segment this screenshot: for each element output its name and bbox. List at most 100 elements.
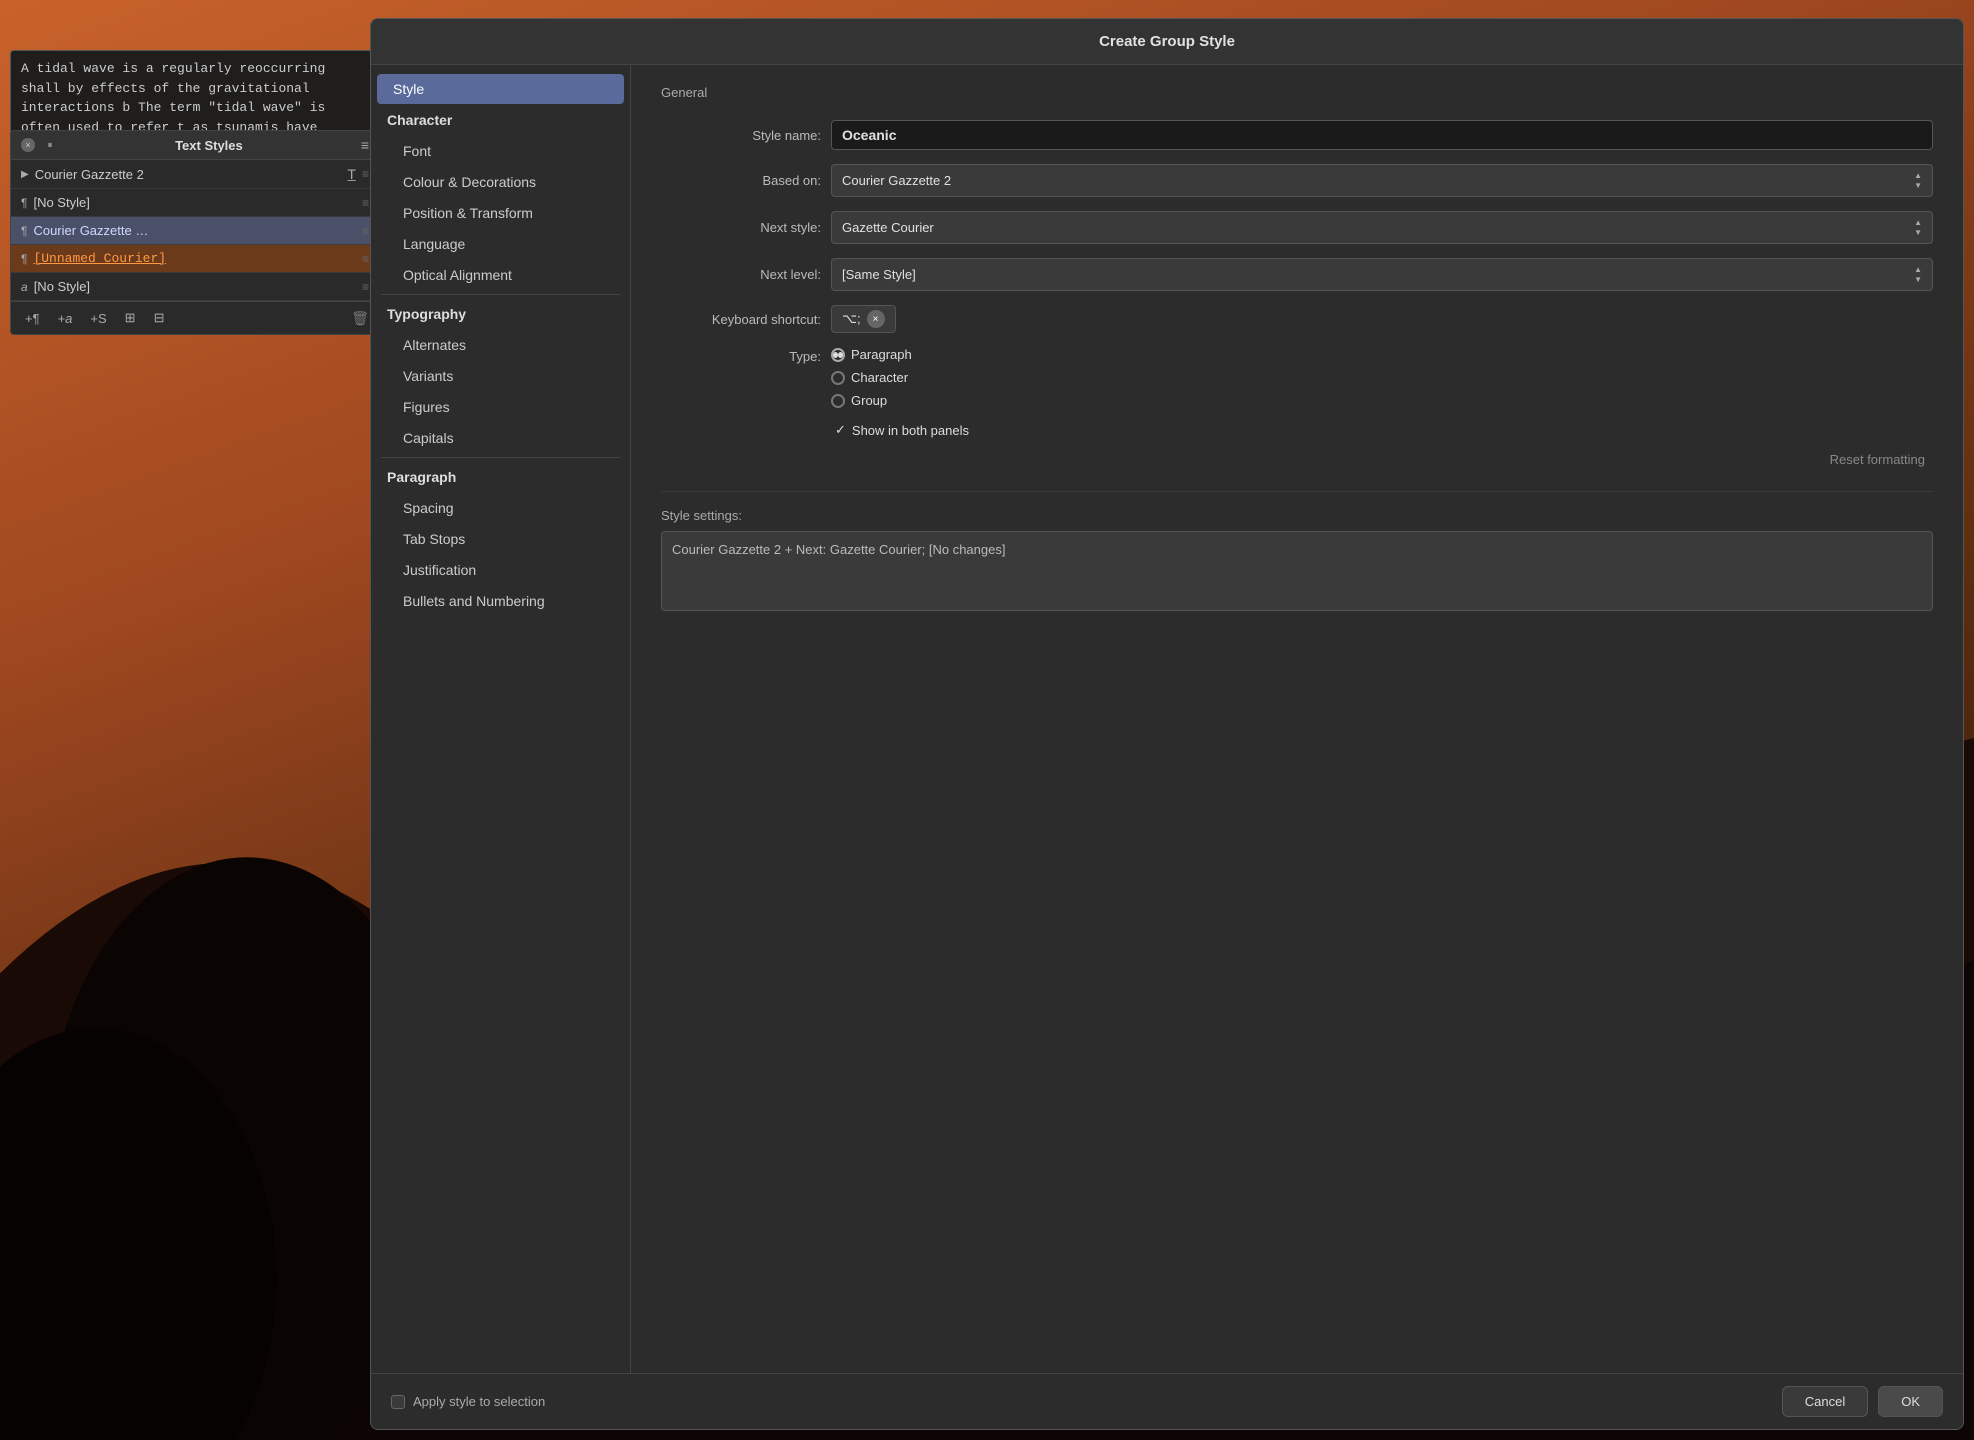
- ts-handle-icon[interactable]: ≡: [362, 252, 369, 266]
- type-label: Type:: [661, 347, 821, 364]
- nav-section-label: Character: [387, 112, 452, 128]
- nav-item-optical[interactable]: Optical Alignment: [377, 260, 624, 290]
- ts-close-button[interactable]: ×: [21, 138, 35, 152]
- ts-add-style-btn[interactable]: +S: [86, 309, 110, 328]
- radio-group[interactable]: Group: [831, 393, 912, 408]
- dialog-footer: Apply style to selection Cancel OK: [371, 1373, 1963, 1429]
- apply-checkbox-container[interactable]: Apply style to selection: [391, 1394, 545, 1409]
- ok-button[interactable]: OK: [1878, 1386, 1943, 1417]
- ts-outdent-btn[interactable]: ⊟: [150, 308, 169, 328]
- keyboard-shortcut-label: Keyboard shortcut:: [661, 312, 821, 327]
- nav-item-label: Font: [403, 143, 431, 159]
- ts-menu-button[interactable]: ≡: [361, 137, 369, 153]
- style-name-input[interactable]: [831, 120, 1933, 150]
- next-style-arrow: ▲▼: [1914, 218, 1922, 237]
- radio-character[interactable]: Character: [831, 370, 912, 385]
- nav-item-variants[interactable]: Variants: [377, 361, 624, 391]
- ts-handle-icon[interactable]: ≡: [362, 196, 369, 210]
- ts-expand-icon: ▶: [21, 169, 29, 180]
- radio-paragraph-label: Paragraph: [851, 347, 912, 362]
- next-level-arrow: ▲▼: [1914, 265, 1922, 284]
- nav-item-colour[interactable]: Colour & Decorations: [377, 167, 624, 197]
- shortcut-badge: ⌥; ×: [831, 305, 896, 333]
- ts-row-nostyle-para[interactable]: ¶ [No Style] ≡: [11, 189, 379, 217]
- ts-row-courier-group[interactable]: ▶ Courier Gazzette 2 T̲ ≡: [11, 160, 379, 189]
- nav-section-character: Character: [377, 105, 624, 135]
- nav-item-spacing[interactable]: Spacing: [377, 493, 624, 523]
- shortcut-clear-button[interactable]: ×: [867, 310, 885, 328]
- ts-add-char-btn[interactable]: +a: [54, 309, 77, 328]
- based-on-label: Based on:: [661, 173, 821, 188]
- nav-item-position[interactable]: Position & Transform: [377, 198, 624, 228]
- radio-group-label: Group: [851, 393, 887, 408]
- nav-item-alternates[interactable]: Alternates: [377, 330, 624, 360]
- ts-row-label: [Unnamed Courier]: [33, 251, 356, 266]
- nav-item-label: Optical Alignment: [403, 267, 512, 283]
- next-level-value: [Same Style]: [842, 267, 916, 282]
- nav-item-justification[interactable]: Justification: [377, 555, 624, 585]
- footer-buttons: Cancel OK: [1782, 1386, 1943, 1417]
- general-section-label: General: [661, 85, 1933, 100]
- ts-handle-icon[interactable]: ≡: [362, 167, 369, 181]
- based-on-select[interactable]: Courier Gazzette 2 ▲▼: [831, 164, 1933, 197]
- ts-delete-btn[interactable]: 🗑: [351, 310, 369, 327]
- ts-row-label: [No Style]: [33, 195, 356, 210]
- apply-checkbox[interactable]: [391, 1395, 405, 1409]
- nav-item-label: Figures: [403, 399, 450, 415]
- type-options-container: Paragraph Character Group: [831, 347, 912, 408]
- ts-handle-icon[interactable]: ≡: [362, 280, 369, 294]
- ts-row-nostyle-char[interactable]: a [No Style] ≡: [11, 273, 379, 301]
- next-level-select[interactable]: [Same Style] ▲▼: [831, 258, 1933, 291]
- ts-row-courier-highlighted[interactable]: ¶ Courier Gazzette … ≡: [11, 217, 379, 245]
- nav-item-label: Variants: [403, 368, 453, 384]
- keyboard-shortcut-row: Keyboard shortcut: ⌥; ×: [661, 305, 1933, 333]
- nav-item-tab-stops[interactable]: Tab Stops: [377, 524, 624, 554]
- nav-separator-1: [381, 294, 620, 295]
- cancel-button[interactable]: Cancel: [1782, 1386, 1868, 1417]
- show-both-label: Show in both panels: [852, 423, 969, 438]
- nav-item-label: Tab Stops: [403, 531, 465, 547]
- ts-indent-btn[interactable]: ⊞: [121, 308, 140, 328]
- ts-format-icon: T̲: [347, 166, 356, 182]
- nav-item-figures[interactable]: Figures: [377, 392, 624, 422]
- nav-section-typography: Typography: [377, 299, 624, 329]
- dialog-title-bar: Create Group Style: [371, 19, 1963, 65]
- radio-character-label: Character: [851, 370, 908, 385]
- nav-item-label: Position & Transform: [403, 205, 533, 221]
- next-style-value: Gazette Courier: [842, 220, 934, 235]
- ts-add-para-btn[interactable]: +¶: [21, 309, 44, 328]
- next-style-select[interactable]: Gazette Courier ▲▼: [831, 211, 1933, 244]
- style-settings-section: Style settings: Courier Gazzette 2 + Nex…: [661, 491, 1933, 611]
- ts-header: × ⏸ Text Styles ≡: [11, 131, 379, 160]
- nav-panel: Style Character Font Colour & Decoration…: [371, 65, 631, 1373]
- reset-formatting-container: Reset formatting: [661, 448, 1933, 471]
- type-row: Type: Paragraph Character Group: [661, 347, 1933, 408]
- nav-item-style[interactable]: Style: [377, 74, 624, 104]
- ts-para-icon: ¶: [21, 252, 27, 266]
- next-level-row: Next level: [Same Style] ▲▼: [661, 258, 1933, 291]
- ts-pause-button[interactable]: ⏸: [43, 138, 57, 152]
- ts-handle-icon[interactable]: ≡: [362, 224, 369, 238]
- dialog-body: Style Character Font Colour & Decoration…: [371, 65, 1963, 1373]
- ts-row-unnamed-courier[interactable]: ¶ [Unnamed Courier] ≡: [11, 245, 379, 273]
- ts-row-label: Courier Gazzette …: [33, 223, 356, 238]
- show-both-panels-row[interactable]: ✓ Show in both panels: [661, 422, 1933, 438]
- nav-section-label: Typography: [387, 306, 466, 322]
- reset-formatting-button[interactable]: Reset formatting: [1822, 448, 1933, 471]
- next-style-label: Next style:: [661, 220, 821, 235]
- nav-item-language[interactable]: Language: [377, 229, 624, 259]
- ts-char-icon: a: [21, 280, 28, 294]
- nav-item-font[interactable]: Font: [377, 136, 624, 166]
- based-on-arrow: ▲▼: [1914, 171, 1922, 190]
- nav-section-label: Paragraph: [387, 469, 456, 485]
- nav-item-capitals[interactable]: Capitals: [377, 423, 624, 453]
- style-settings-label: Style settings:: [661, 508, 1933, 523]
- nav-item-bullets[interactable]: Bullets and Numbering: [377, 586, 624, 616]
- nav-item-label: Spacing: [403, 500, 454, 516]
- radio-paragraph[interactable]: Paragraph: [831, 347, 912, 362]
- next-level-label: Next level:: [661, 267, 821, 282]
- nav-item-label: Capitals: [403, 430, 454, 446]
- based-on-row: Based on: Courier Gazzette 2 ▲▼: [661, 164, 1933, 197]
- dialog-title: Create Group Style: [1099, 33, 1235, 50]
- ts-row-label: Courier Gazzette 2: [35, 167, 342, 182]
